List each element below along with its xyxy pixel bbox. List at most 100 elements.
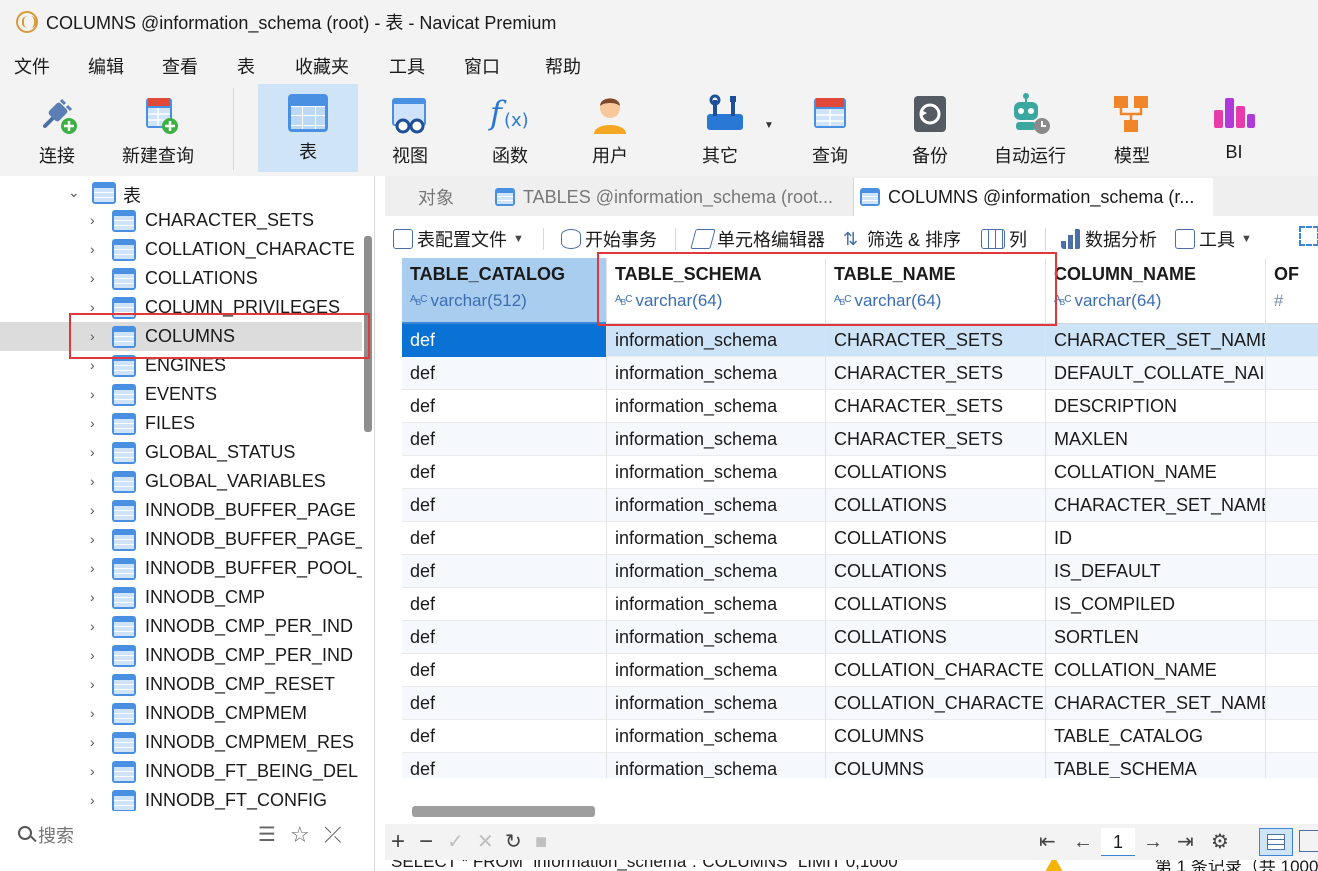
- chevron-right-icon[interactable]: ›: [90, 445, 102, 459]
- table-cell[interactable]: [1266, 753, 1318, 778]
- page-number-field[interactable]: 1: [1101, 828, 1135, 856]
- tree-item[interactable]: › GLOBAL_STATUS: [0, 438, 362, 467]
- tree-item[interactable]: › INNODB_FT_CONFIG: [0, 786, 362, 811]
- tree-item[interactable]: › INNODB_BUFFER_PAGE_: [0, 525, 362, 554]
- chevron-right-icon[interactable]: ›: [90, 300, 102, 314]
- table-cell[interactable]: def: [402, 357, 607, 390]
- column-header[interactable]: TABLE_CATALOG ABC varchar(512): [402, 258, 607, 325]
- chevron-down-icon[interactable]: ⌄: [68, 185, 80, 199]
- star-icon[interactable]: ☆: [290, 824, 310, 846]
- table-cell[interactable]: information_schema: [607, 753, 826, 778]
- chevron-right-icon[interactable]: ›: [90, 271, 102, 285]
- chevron-right-icon[interactable]: ›: [90, 677, 102, 691]
- chevron-right-icon[interactable]: ›: [90, 619, 102, 633]
- table-row[interactable]: def information_schema COLLATION_CHARACTE C…: [402, 654, 1318, 687]
- cell-editor-button[interactable]: 单元格编辑器: [690, 226, 825, 252]
- table-cell[interactable]: COLLATION_CHARACTE: [826, 687, 1046, 720]
- table-row[interactable]: def information_schema COLLATIONS SORTLEN: [402, 621, 1318, 654]
- tree-item[interactable]: › INNODB_CMPMEM_RES: [0, 728, 362, 757]
- table-cell[interactable]: [1266, 654, 1318, 687]
- column-header[interactable]: OF #: [1266, 258, 1318, 324]
- tree-item[interactable]: › EVENTS: [0, 380, 362, 409]
- table-row[interactable]: def information_schema COLUMNS TABLE_SCHEMA: [402, 753, 1318, 778]
- table-cell[interactable]: [1266, 588, 1318, 621]
- table-row[interactable]: def information_schema COLLATIONS ID: [402, 522, 1318, 555]
- table-cell[interactable]: def: [402, 423, 607, 456]
- table-cell[interactable]: COLLATION_CHARACTE: [826, 654, 1046, 687]
- table-cell[interactable]: TABLE_SCHEMA: [1046, 753, 1266, 778]
- table-cell[interactable]: COLLATIONS: [826, 456, 1046, 489]
- table-cell[interactable]: def: [402, 555, 607, 588]
- tree-item[interactable]: › INNODB_CMP: [0, 583, 362, 612]
- tree-item[interactable]: › GLOBAL_VARIABLES: [0, 467, 362, 496]
- tree-item[interactable]: › CHARACTER_SETS: [0, 206, 362, 235]
- table-cell[interactable]: def: [402, 621, 607, 654]
- chevron-down-icon[interactable]: ▼: [764, 120, 774, 131]
- table-cell[interactable]: CHARACTER_SETS: [826, 390, 1046, 423]
- chevron-right-icon[interactable]: ›: [90, 242, 102, 256]
- chevron-right-icon[interactable]: ›: [90, 764, 102, 778]
- tree-item[interactable]: › INNODB_CMP_RESET: [0, 670, 362, 699]
- table-cell[interactable]: def: [402, 390, 607, 423]
- table-cell[interactable]: def: [402, 588, 607, 621]
- table-cell[interactable]: [1266, 489, 1318, 522]
- add-record-button[interactable]: +: [391, 830, 405, 854]
- table-cell[interactable]: information_schema: [607, 588, 826, 621]
- table-cell[interactable]: def: [402, 324, 607, 357]
- chevron-right-icon[interactable]: ›: [90, 532, 102, 546]
- menu-table[interactable]: 表: [237, 53, 255, 79]
- chevron-right-icon[interactable]: ›: [90, 387, 102, 401]
- table-cell[interactable]: [1266, 720, 1318, 753]
- table-cell[interactable]: SORTLEN: [1046, 621, 1266, 654]
- first-page-button[interactable]: ⇤: [1039, 830, 1056, 854]
- tree-item[interactable]: › COLLATIONS: [0, 264, 362, 293]
- table-cell[interactable]: [1266, 456, 1318, 489]
- begin-transaction-button[interactable]: 开始事务: [561, 226, 657, 252]
- table-button[interactable]: 表: [258, 84, 358, 172]
- menu-window[interactable]: 窗口: [464, 53, 500, 79]
- new-query-button[interactable]: 新建查询: [118, 84, 198, 172]
- backup-button[interactable]: 备份: [890, 84, 970, 172]
- others-button[interactable]: 其它 ▼: [680, 84, 774, 172]
- table-cell[interactable]: def: [402, 456, 607, 489]
- table-cell[interactable]: ID: [1046, 522, 1266, 555]
- menu-favorites[interactable]: 收藏夹: [295, 53, 349, 79]
- refresh-button[interactable]: ↻: [505, 830, 522, 854]
- table-cell[interactable]: CHARACTER_SET_NAME: [1046, 489, 1266, 522]
- table-cell[interactable]: COLLATIONS: [826, 489, 1046, 522]
- column-header[interactable]: COLUMN_NAME ABC varchar(64): [1046, 258, 1266, 324]
- bi-button[interactable]: BI: [1194, 84, 1274, 172]
- tab-columns[interactable]: COLUMNS @information_schema (r...: [853, 178, 1213, 216]
- table-cell[interactable]: [1266, 621, 1318, 654]
- tree-item[interactable]: › COLLATION_CHARACTE: [0, 235, 362, 264]
- table-cell[interactable]: COLLATIONS: [826, 555, 1046, 588]
- table-cell[interactable]: information_schema: [607, 687, 826, 720]
- chevron-right-icon[interactable]: ›: [90, 793, 102, 807]
- form-view-button[interactable]: [1299, 830, 1318, 852]
- apply-changes-button[interactable]: ✓: [447, 830, 464, 854]
- prev-page-button[interactable]: ←: [1073, 830, 1093, 854]
- table-cell[interactable]: COLLATIONS: [826, 621, 1046, 654]
- collapse-icon[interactable]: ⤫: [324, 824, 342, 846]
- table-cell[interactable]: information_schema: [607, 489, 826, 522]
- table-cell[interactable]: CHARACTER_SET_NAME: [1046, 687, 1266, 720]
- table-cell[interactable]: DEFAULT_COLLATE_NAI: [1046, 357, 1266, 390]
- table-cell[interactable]: COLLATIONS: [826, 522, 1046, 555]
- table-profile-button[interactable]: 表配置文件 ▼: [393, 226, 524, 252]
- table-cell[interactable]: information_schema: [607, 357, 826, 390]
- table-cell[interactable]: def: [402, 522, 607, 555]
- tree-group-tables[interactable]: ⌄ 表: [0, 178, 362, 207]
- function-button[interactable]: f (x) 函数: [470, 84, 550, 172]
- tree-item[interactable]: › INNODB_CMP_PER_IND: [0, 641, 362, 670]
- chevron-right-icon[interactable]: ›: [90, 706, 102, 720]
- chevron-right-icon[interactable]: ›: [90, 213, 102, 227]
- table-cell[interactable]: information_schema: [607, 555, 826, 588]
- delete-record-button[interactable]: −: [419, 830, 433, 854]
- table-cell[interactable]: CHARACTER_SETS: [826, 324, 1046, 357]
- menu-view[interactable]: 查看: [162, 53, 198, 79]
- fullscreen-icon[interactable]: [1299, 226, 1318, 246]
- automation-button[interactable]: 自动运行: [990, 84, 1070, 172]
- table-cell[interactable]: def: [402, 489, 607, 522]
- table-row[interactable]: def information_schema COLLATIONS IS_DEFAUL…: [402, 555, 1318, 588]
- menu-help[interactable]: 帮助: [545, 53, 581, 79]
